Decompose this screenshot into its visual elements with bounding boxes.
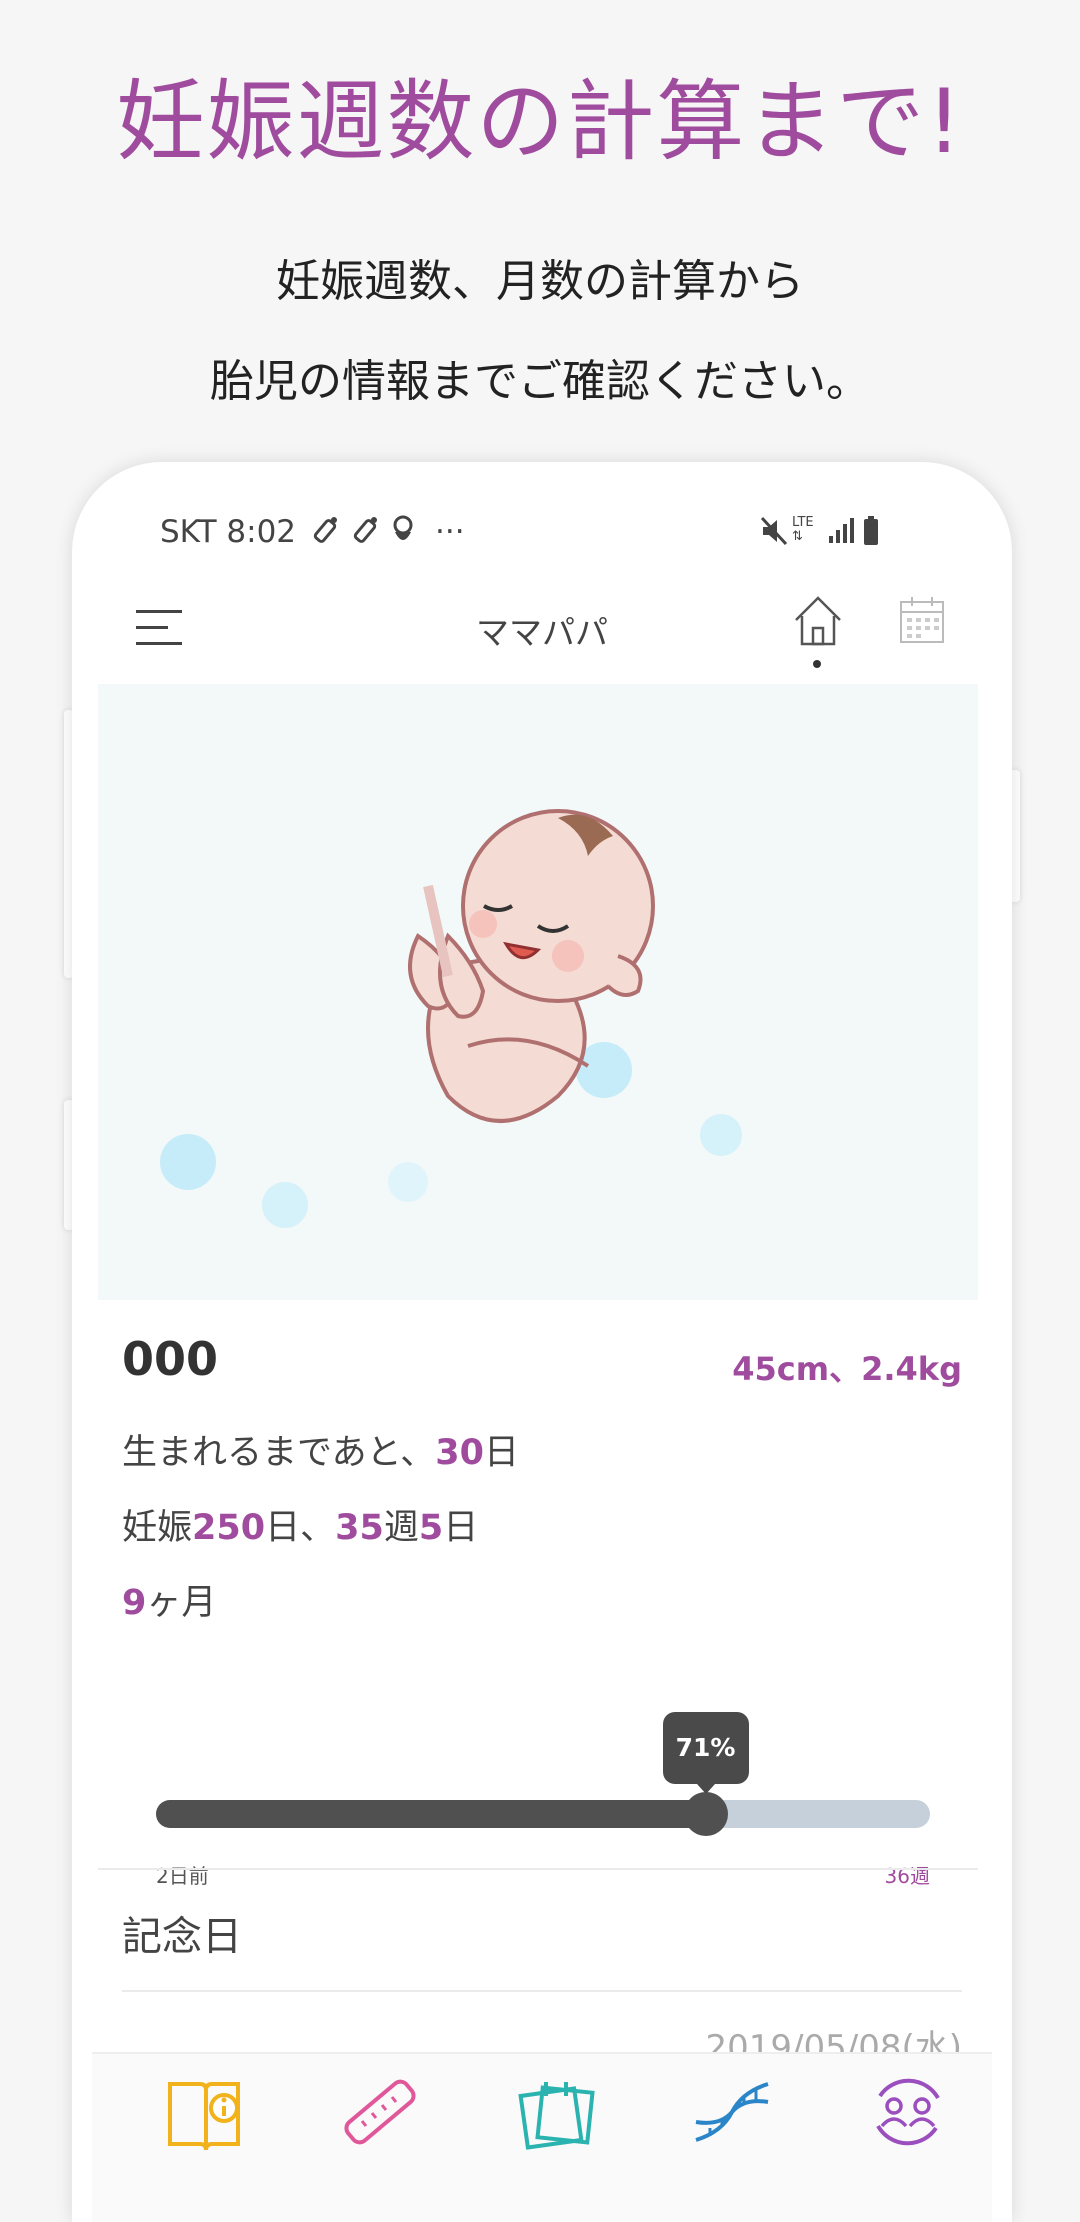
divider (98, 1868, 978, 1870)
pregnancy-weeks: 35 (335, 1508, 384, 1548)
baby-size: 45cm、2.4kg (732, 1350, 962, 1388)
progress-knob[interactable] (683, 1792, 728, 1836)
signal-icon (828, 516, 854, 552)
bottle-icon (350, 514, 380, 556)
promo-subtitle-1: 妊娠週数、月数の計算から (276, 256, 804, 307)
progress-start-label: 2日前 (156, 1864, 209, 1888)
app-bar: ママパパ (72, 582, 1012, 672)
pregnancy-mid2: 週 (383, 1508, 419, 1548)
promo-headline: 妊娠週数の計算まで! (116, 70, 964, 173)
progress-fill (156, 1800, 706, 1828)
promo-subtitle-2: 胎児の情報までご確認ください。 (210, 356, 870, 407)
divider (122, 1990, 962, 1992)
status-bar: SKT 8:02 ··· LTE ⇅ (160, 514, 920, 554)
bubble (160, 1134, 216, 1190)
lte-indicator: LTE ⇅ (792, 515, 814, 544)
baby-icon (390, 514, 416, 554)
note-icon[interactable] (506, 2062, 606, 2162)
months-line: 9ヶ月 (122, 1574, 216, 1625)
months-suffix: ヶ月 (146, 1583, 217, 1623)
network-label: LTE (792, 515, 814, 530)
info-book-icon[interactable] (154, 2062, 254, 2162)
active-page-indicator (813, 660, 821, 668)
pregnancy-line: 妊娠250日、35週5日 (122, 1499, 478, 1550)
mute-icon (760, 516, 788, 554)
pregnancy-prefix: 妊娠 (122, 1508, 193, 1548)
pregnancy-progress: 71% 2日前 36週 (156, 1712, 930, 1912)
baby-name: 000 (122, 1332, 219, 1386)
fetus-illustration-area (98, 684, 978, 1300)
bubble (388, 1162, 428, 1202)
phone-frame: SKT 8:02 ··· LTE ⇅ ママパパ 000 45cm、2.4kg 生… (72, 462, 1012, 2222)
calendar-icon[interactable] (898, 594, 946, 646)
status-time: 8:02 (226, 514, 297, 550)
app-title: ママパパ (476, 613, 608, 652)
countdown-prefix: 生まれるまであと、 (122, 1433, 436, 1473)
pregnancy-suffix: 日 (443, 1508, 479, 1548)
progress-tooltip: 71% (662, 1712, 749, 1794)
ruler-icon[interactable] (330, 2062, 430, 2162)
bubble (262, 1182, 308, 1228)
months-value: 9 (122, 1583, 147, 1623)
carrier-label: SKT (160, 514, 217, 550)
pregnancy-mid1: 日、 (265, 1508, 336, 1548)
anniversary-title[interactable]: 記念日 (122, 1904, 242, 1962)
progress-end-label: 36週 (884, 1864, 930, 1888)
home-icon[interactable] (792, 594, 844, 648)
bubble (700, 1114, 742, 1156)
countdown-line: 生まれるまであと、30日 (122, 1424, 519, 1475)
status-overflow: ··· (435, 514, 465, 550)
fetus-image (408, 809, 655, 1123)
pregnancy-days: 250 (192, 1508, 266, 1548)
pregnancy-extra-days: 5 (418, 1508, 444, 1548)
dna-icon[interactable] (682, 2062, 782, 2162)
battery-icon (862, 516, 880, 554)
bottom-nav (92, 2052, 992, 2222)
family-sync-icon[interactable] (858, 2062, 958, 2162)
countdown-value: 30 (435, 1433, 484, 1473)
status-carrier: SKT 8:02 (160, 514, 296, 550)
bottle-icon (310, 514, 340, 556)
countdown-suffix: 日 (483, 1433, 519, 1473)
